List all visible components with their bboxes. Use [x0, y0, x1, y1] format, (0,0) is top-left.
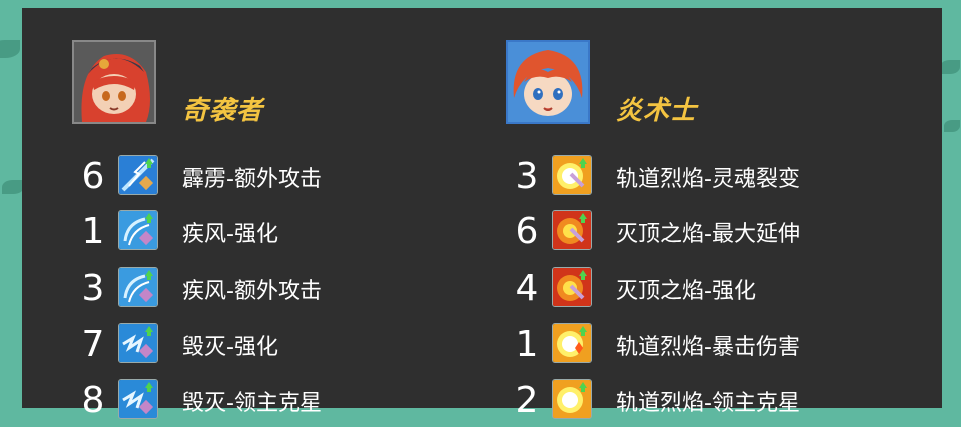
skill-name: 轨道烈焰-领主克星 [616, 391, 800, 416]
skill-row: 1 轨道烈焰-暴击伤害 [506, 321, 946, 371]
node-count: 3 [81, 268, 105, 309]
background-leaf [944, 120, 960, 132]
node-count: 2 [515, 380, 539, 421]
skill-name: 轨道烈焰-灵魂裂变 [616, 167, 800, 192]
skill-row: 4 灭顶之焰-强化 [506, 265, 946, 315]
job-column-right: 炎术士 3 轨道烈焰-灵魂裂变 6 灭顶之焰-最大延伸 4 灭顶之焰-强化 1 [506, 8, 946, 421]
thunder-skill-icon [118, 155, 158, 195]
skill-name: 灭顶之焰-强化 [616, 279, 756, 304]
skill-name: 灭顶之焰-最大延伸 [616, 222, 800, 247]
orbital-flame-skill-icon [552, 379, 592, 419]
skill-name: 霹雳-额外攻击 [182, 167, 322, 192]
destroy-skill-icon [118, 323, 158, 363]
skill-row: 1 疾风-强化 [72, 208, 512, 258]
destroy-skill-icon [118, 379, 158, 419]
skill-panel: 奇袭者 6 霹雳-额外攻击 1 疾风-强化 3 疾风-额外攻击 7 毁灭-强化 … [22, 8, 942, 421]
node-count: 6 [81, 156, 105, 197]
skill-row: 3 轨道烈焰-灵魂裂变 [506, 153, 946, 203]
job-name-title: 炎术士 [616, 96, 698, 126]
job-column-left: 奇袭者 6 霹雳-额外攻击 1 疾风-强化 3 疾风-额外攻击 7 毁灭-强化 … [72, 8, 512, 421]
skill-name: 毁灭-领主克星 [182, 391, 322, 416]
orbital-flame-skill-icon [552, 323, 592, 363]
skill-row: 8 毁灭-领主克星 [72, 377, 512, 427]
redhair-mage-avatar-icon [506, 40, 590, 124]
job-name-title: 奇袭者 [182, 96, 264, 126]
node-count: 3 [515, 156, 539, 197]
background-leaf [2, 180, 24, 194]
wind-skill-icon [118, 210, 158, 250]
background-leaf [0, 40, 20, 58]
inferno-skill-icon [552, 267, 592, 307]
skill-row: 7 毁灭-强化 [72, 321, 512, 371]
skill-row: 6 霹雳-额外攻击 [72, 153, 512, 203]
skill-row: 2 轨道烈焰-领主克星 [506, 377, 946, 427]
node-count: 6 [515, 211, 539, 252]
node-count: 1 [81, 211, 105, 252]
redhair-pirate-avatar-icon [72, 40, 156, 124]
skill-name: 疾风-强化 [182, 222, 278, 247]
inferno-skill-icon [552, 210, 592, 250]
skill-name: 轨道烈焰-暴击伤害 [616, 335, 800, 360]
node-count: 1 [515, 324, 539, 365]
skill-name: 毁灭-强化 [182, 335, 278, 360]
node-count: 8 [81, 380, 105, 421]
wind-skill-icon [118, 267, 158, 307]
node-count: 7 [81, 324, 105, 365]
skill-row: 6 灭顶之焰-最大延伸 [506, 208, 946, 258]
orbital-flame-skill-icon [552, 155, 592, 195]
skill-name: 疾风-额外攻击 [182, 279, 322, 304]
skill-row: 3 疾风-额外攻击 [72, 265, 512, 315]
node-count: 4 [515, 268, 539, 309]
